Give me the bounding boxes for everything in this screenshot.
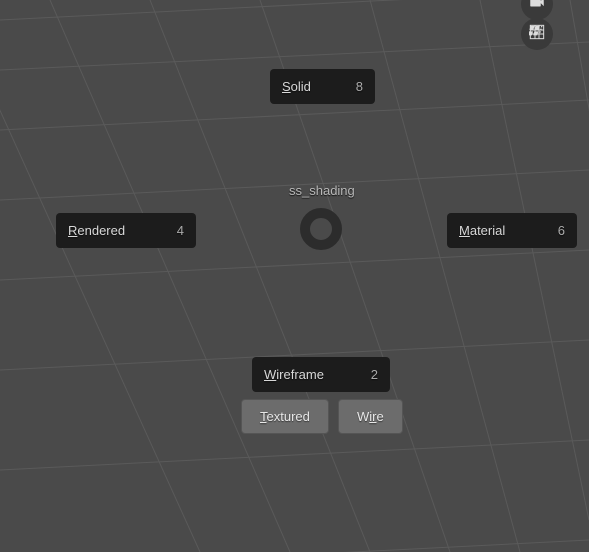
- secondary-item-textured[interactable]: Textured: [241, 399, 329, 434]
- menu-item-rendered[interactable]: Rendered 4: [56, 213, 196, 248]
- menu-item-label: Rendered: [68, 223, 125, 238]
- menu-item-shortcut: 6: [558, 223, 565, 238]
- menu-item-shortcut: 4: [177, 223, 184, 238]
- menu-item-label: Material: [459, 223, 505, 238]
- grid-icon: [529, 24, 545, 45]
- menu-item-wireframe[interactable]: Wireframe 2: [252, 357, 390, 392]
- secondary-item-wire[interactable]: Wire: [338, 399, 403, 434]
- menu-item-material[interactable]: Material 6: [447, 213, 577, 248]
- menu-item-shortcut: 2: [371, 367, 378, 382]
- menu-item-solid[interactable]: Solid 8: [270, 69, 375, 104]
- secondary-item-label: Wire: [357, 409, 384, 424]
- pie-center-indicator: [300, 208, 342, 250]
- camera-icon: [528, 0, 546, 16]
- pie-menu-title: ss_shading: [289, 183, 355, 198]
- menu-item-label: Solid: [282, 79, 311, 94]
- menu-item-shortcut: 8: [356, 79, 363, 94]
- menu-item-label: Wireframe: [264, 367, 324, 382]
- secondary-item-label: Textured: [260, 409, 310, 424]
- grid-gizmo-button[interactable]: [521, 18, 553, 50]
